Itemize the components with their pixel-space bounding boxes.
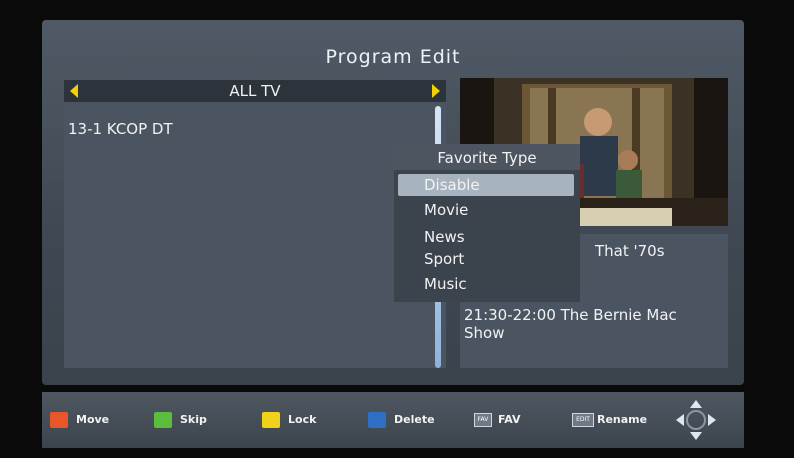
option-disable[interactable]: Disable: [398, 174, 574, 196]
arrow-right-icon[interactable]: [432, 84, 440, 98]
channel-group-label: ALL TV: [229, 82, 281, 100]
option-movie[interactable]: Movie: [424, 201, 468, 219]
rename-label: Rename: [597, 413, 648, 426]
channel-list: 13-1 KCOP DT: [64, 104, 446, 368]
program-edit-screen: Program Edit ALL TV 13-1 KCOP DT That '7…: [42, 20, 744, 385]
green-button-icon: [154, 412, 172, 428]
key-legend-bar: Move Skip Lock Delete FAV FAV EDIT Renam…: [42, 392, 744, 448]
channel-group-selector[interactable]: ALL TV: [64, 80, 446, 102]
option-news[interactable]: News: [424, 228, 465, 246]
yellow-button-icon: [262, 412, 280, 428]
move-label: Move: [76, 413, 110, 426]
page-title: Program Edit: [325, 46, 461, 68]
popup-title: Favorite Type: [394, 144, 580, 170]
fav-label: FAV: [498, 413, 521, 426]
red-button-icon: [50, 412, 68, 428]
channel-item[interactable]: 13-1 KCOP DT: [68, 120, 173, 138]
dpad-icon: [676, 400, 716, 440]
delete-label: Delete: [394, 413, 435, 426]
favorite-type-popup: Favorite Type Disable Movie News Sport M…: [394, 144, 580, 302]
skip-label: Skip: [180, 413, 207, 426]
current-program: That '70s: [595, 242, 665, 260]
rename-icon: EDIT: [572, 413, 594, 427]
next-program: 21:30-22:00 The Bernie Mac Show: [464, 306, 677, 342]
option-sport[interactable]: Sport: [424, 250, 464, 268]
option-music[interactable]: Music: [424, 275, 467, 293]
blue-button-icon: [368, 412, 386, 428]
fav-icon: FAV: [474, 413, 492, 427]
lock-label: Lock: [288, 413, 317, 426]
